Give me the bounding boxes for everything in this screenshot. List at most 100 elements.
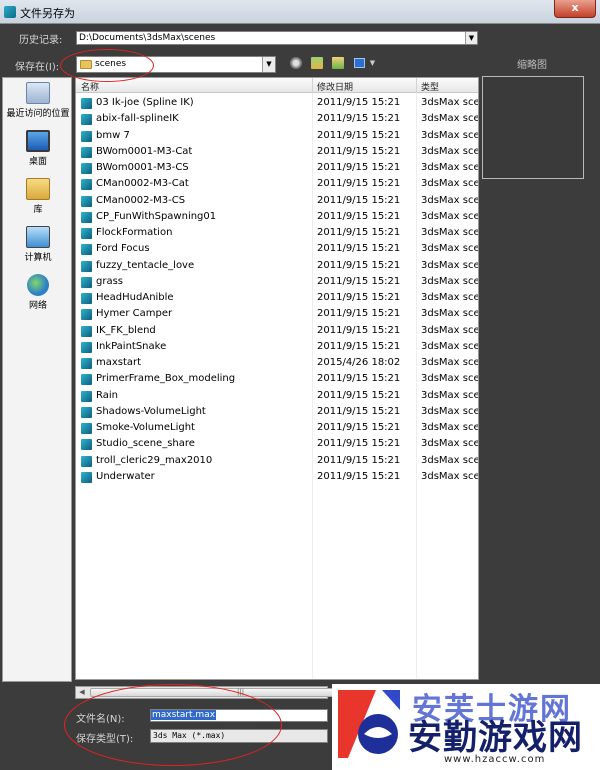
file-row[interactable]: 03 Ik-joe (Spline IK) 2011/9/15 15:21 3dsM…: [76, 95, 478, 111]
file-name: fuzzy_tentacle_love: [96, 259, 195, 271]
file-date: 2011/9/15 15:21: [317, 340, 401, 352]
file-row[interactable]: fuzzy_tentacle_love 2011/9/15 15:21 3dsMax…: [76, 258, 478, 274]
file-row[interactable]: BWom0001-M3-CS 2011/9/15 15:21 3dsMax scen: [76, 160, 478, 176]
file-date: 2011/9/15 15:21: [317, 405, 401, 417]
file-row[interactable]: FlockFormation 2011/9/15 15:21 3dsMax scen: [76, 225, 478, 241]
title-bar: 文件另存为 x: [0, 0, 600, 24]
watermark-main-text: 安勤游戏网: [408, 718, 583, 758]
new-folder-icon[interactable]: [332, 57, 345, 69]
file-row[interactable]: grass 2011/9/15 15:21 3dsMax scen: [76, 274, 478, 290]
place-computer[interactable]: 计算机: [3, 226, 73, 263]
file-name: grass: [96, 275, 124, 287]
chevron-down-icon[interactable]: ▼: [262, 57, 275, 72]
file-type: 3dsMax scen: [421, 145, 478, 157]
file-row[interactable]: CP_FunWithSpawning01 2011/9/15 15:21 3dsMa…: [76, 209, 478, 225]
place-library[interactable]: 库: [3, 178, 73, 215]
file-type: 3dsMax scen: [421, 210, 478, 222]
max-file-icon: [81, 276, 92, 288]
file-row[interactable]: BWom0001-M3-Cat 2011/9/15 15:21 3dsMax sce…: [76, 144, 478, 160]
history-combo[interactable]: D:\Documents\3dsMax\scenes ▼: [76, 31, 478, 45]
file-row[interactable]: Smoke-VolumeLight 2011/9/15 15:21 3dsMax s…: [76, 420, 478, 436]
desktop-icon: [26, 130, 50, 152]
file-date: 2011/9/15 15:21: [317, 292, 401, 303]
file-name: IK_FK_blend: [96, 324, 156, 336]
filetype-combo[interactable]: 3ds Max (*.max): [150, 729, 328, 743]
file-date: 2011/9/15 15:21: [317, 227, 401, 238]
column-separator[interactable]: [416, 78, 417, 93]
chevron-down-icon[interactable]: ▼: [370, 59, 375, 67]
file-row[interactable]: maxstart 2015/4/26 18:02 3dsMax scen: [76, 355, 478, 371]
up-folder-icon[interactable]: [311, 57, 324, 69]
back-icon[interactable]: [290, 57, 302, 69]
file-type: 3dsMax scen: [421, 438, 478, 450]
file-row[interactable]: InkPaintSnake 2011/9/15 15:21 3dsMax scen: [76, 339, 478, 355]
file-date: 2011/9/15 15:21: [317, 470, 401, 482]
max-file-icon: [81, 195, 92, 207]
file-row[interactable]: Hymer Camper 2011/9/15 15:21 3dsMax scen: [76, 306, 478, 322]
close-button[interactable]: x: [554, 0, 596, 18]
file-row[interactable]: troll_cleric29_max2010 2011/9/15 15:21 3ds…: [76, 453, 478, 469]
file-type: 3dsMax scen: [421, 308, 478, 320]
thumbnail-preview: [482, 76, 584, 179]
max-file-icon: [81, 179, 92, 191]
file-date: 2011/9/15 15:21: [317, 129, 401, 141]
file-date: 2011/9/15 15:21: [317, 389, 401, 401]
filename-label: 文件名(N):: [76, 714, 125, 725]
file-row[interactable]: Rain 2011/9/15 15:21 3dsMax scen: [76, 388, 478, 404]
file-row[interactable]: PrimerFrame_Box_modeling 2011/9/15 15:21 3…: [76, 371, 478, 387]
file-row[interactable]: Ford Focus 2011/9/15 15:21 3dsMax scen: [76, 241, 478, 257]
file-name: CP_FunWithSpawning01: [96, 210, 217, 222]
folder-icon: [80, 60, 92, 69]
column-name[interactable]: 名称: [81, 80, 99, 93]
file-row[interactable]: CMan0002-M3-Cat 2011/9/15 15:21 3dsMax sce…: [76, 176, 478, 192]
scroll-left-icon[interactable]: ◀: [76, 687, 88, 698]
file-name: abix-fall-splineIK: [96, 113, 179, 125]
save-in-combo[interactable]: scenes ▼: [76, 56, 276, 73]
network-icon: [27, 274, 49, 296]
file-type: 3dsMax scen: [421, 227, 478, 238]
3dsmax-app-icon: [4, 6, 16, 18]
filetype-value: 3ds Max (*.max): [153, 731, 226, 740]
max-file-icon: [81, 146, 92, 158]
file-row[interactable]: HeadHudAnible 2011/9/15 15:21 3dsMax scen: [76, 290, 478, 306]
file-name: Rain: [96, 389, 118, 401]
view-menu-icon[interactable]: [353, 58, 365, 68]
history-value: D:\Documents\3dsMax\scenes: [79, 33, 216, 43]
file-type: 3dsMax scen: [421, 324, 478, 336]
column-separator[interactable]: [312, 78, 313, 93]
file-row[interactable]: Shadows-VolumeLight 2011/9/15 15:21 3dsMax…: [76, 404, 478, 420]
file-list[interactable]: 名称 修改日期 类型 03 Ik-joe (Spline IK) 2011/9/1…: [75, 77, 479, 680]
file-name: Shadows-VolumeLight: [96, 405, 206, 417]
file-row[interactable]: IK_FK_blend 2011/9/15 15:21 3dsMax scen: [76, 323, 478, 339]
file-row[interactable]: Underwater 2011/9/15 15:21 3dsMax scen: [76, 469, 478, 485]
file-date: 2011/9/15 15:21: [317, 454, 401, 466]
file-type: 3dsMax scen: [421, 292, 478, 303]
place-label: 最近访问的位置: [6, 109, 70, 119]
file-type: 3dsMax scen: [421, 340, 478, 352]
place-label: 库: [33, 205, 43, 215]
chevron-down-icon[interactable]: ▼: [465, 32, 477, 44]
file-name: BWom0001-M3-CS: [96, 162, 189, 173]
file-row[interactable]: bmw 7 2011/9/15 15:21 3dsMax scen: [76, 128, 478, 144]
places-bar: 最近访问的位置 桌面 库 计算机 网络: [2, 77, 72, 682]
file-name: Smoke-VolumeLight: [96, 422, 195, 433]
file-row[interactable]: abix-fall-splineIK 2011/9/15 15:21 3dsMax …: [76, 111, 478, 127]
column-type[interactable]: 类型: [421, 80, 439, 93]
file-name: 03 Ik-joe (Spline IK): [96, 97, 194, 108]
file-name: Underwater: [96, 470, 155, 482]
column-date[interactable]: 修改日期: [317, 80, 353, 93]
file-type: 3dsMax scen: [421, 97, 478, 108]
file-row[interactable]: Studio_scene_share 2011/9/15 15:21 3dsMax …: [76, 436, 478, 452]
file-date: 2011/9/15 15:21: [317, 97, 401, 108]
place-network[interactable]: 网络: [3, 274, 73, 311]
watermark-logo-icon: [338, 690, 400, 758]
grip-icon: |||: [237, 688, 245, 696]
place-desktop[interactable]: 桌面: [3, 130, 73, 167]
filename-input[interactable]: maxstart.max: [150, 709, 328, 722]
file-row[interactable]: CMan0002-M3-CS 2011/9/15 15:21 3dsMax scen: [76, 193, 478, 209]
file-name: maxstart: [96, 357, 142, 368]
horizontal-scrollbar[interactable]: ◀ |||: [75, 686, 390, 699]
place-recent[interactable]: 最近访问的位置: [3, 82, 73, 119]
file-name: Studio_scene_share: [96, 438, 195, 450]
file-type: 3dsMax scen: [421, 162, 478, 173]
